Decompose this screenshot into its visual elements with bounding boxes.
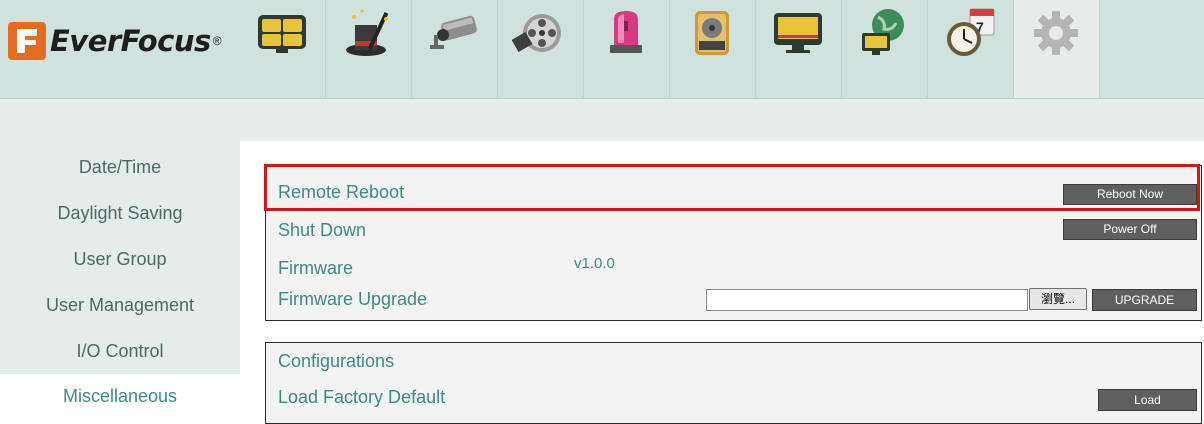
remote-reboot-highlight-box (264, 164, 1200, 211)
configurations-panel: Configurations Load Factory Default Load (265, 342, 1202, 424)
configurations-title: Configurations (278, 351, 395, 371)
menu-system-settings[interactable] (1013, 0, 1100, 98)
sidebar: Date/Time Daylight Saving User Group Use… (0, 99, 240, 408)
load-factory-default-label: Load Factory Default (278, 387, 446, 407)
load-button[interactable]: Load (1098, 389, 1197, 411)
top-toolbar: EverFocus ® 7 (0, 0, 1204, 99)
main-menu-icons: 7 (240, 0, 1100, 98)
firmware-file-input[interactable] (706, 289, 1028, 311)
schedule-clock-icon: 7 (947, 8, 995, 56)
firmware-version: v1.0.0 (574, 255, 615, 272)
sidebar-item-miscellaneous[interactable]: Miscellaneous (0, 374, 240, 408)
firmware-label: Firmware (278, 258, 353, 278)
alarm-light-icon (610, 11, 642, 53)
magic-hat-icon (346, 9, 389, 56)
menu-schedule[interactable]: 7 (928, 0, 1013, 98)
menu-display[interactable] (756, 0, 842, 98)
menu-network[interactable] (842, 0, 928, 98)
menu-playback[interactable] (498, 0, 584, 98)
registered-mark: ® (212, 34, 222, 48)
firmware-upgrade-label: Firmware Upgrade (278, 289, 428, 309)
live-view-grid-icon (258, 15, 306, 53)
browse-button[interactable]: 瀏覽... (1029, 288, 1087, 310)
shut-down-label: Shut Down (278, 220, 367, 240)
sub-header-bar (240, 99, 1204, 141)
menu-alarm[interactable] (584, 0, 670, 98)
camera-icon (430, 15, 477, 49)
menu-live-view[interactable] (240, 0, 326, 98)
sidebar-item-user-management[interactable]: User Management (0, 295, 240, 316)
hard-disk-icon (695, 11, 729, 55)
everfocus-logo: EverFocus ® (8, 20, 222, 62)
menu-camera[interactable] (412, 0, 498, 98)
film-reel-icon (512, 14, 561, 53)
power-off-button[interactable]: Power Off (1063, 219, 1197, 240)
upgrade-button[interactable]: UPGRADE (1092, 289, 1197, 311)
gear-icon (1034, 11, 1078, 55)
sidebar-item-io-control[interactable]: I/O Control (0, 341, 240, 362)
everfocus-logo-mark (8, 22, 46, 60)
sidebar-item-date-time[interactable]: Date/Time (0, 157, 240, 178)
menu-wizard[interactable] (326, 0, 412, 98)
sidebar-item-user-group[interactable]: User Group (0, 249, 240, 270)
logo-text: EverFocus (50, 24, 211, 58)
network-globe-icon (862, 9, 904, 55)
menu-storage[interactable] (670, 0, 756, 98)
sidebar-item-daylight-saving[interactable]: Daylight Saving (0, 203, 240, 224)
monitor-icon (774, 13, 822, 53)
